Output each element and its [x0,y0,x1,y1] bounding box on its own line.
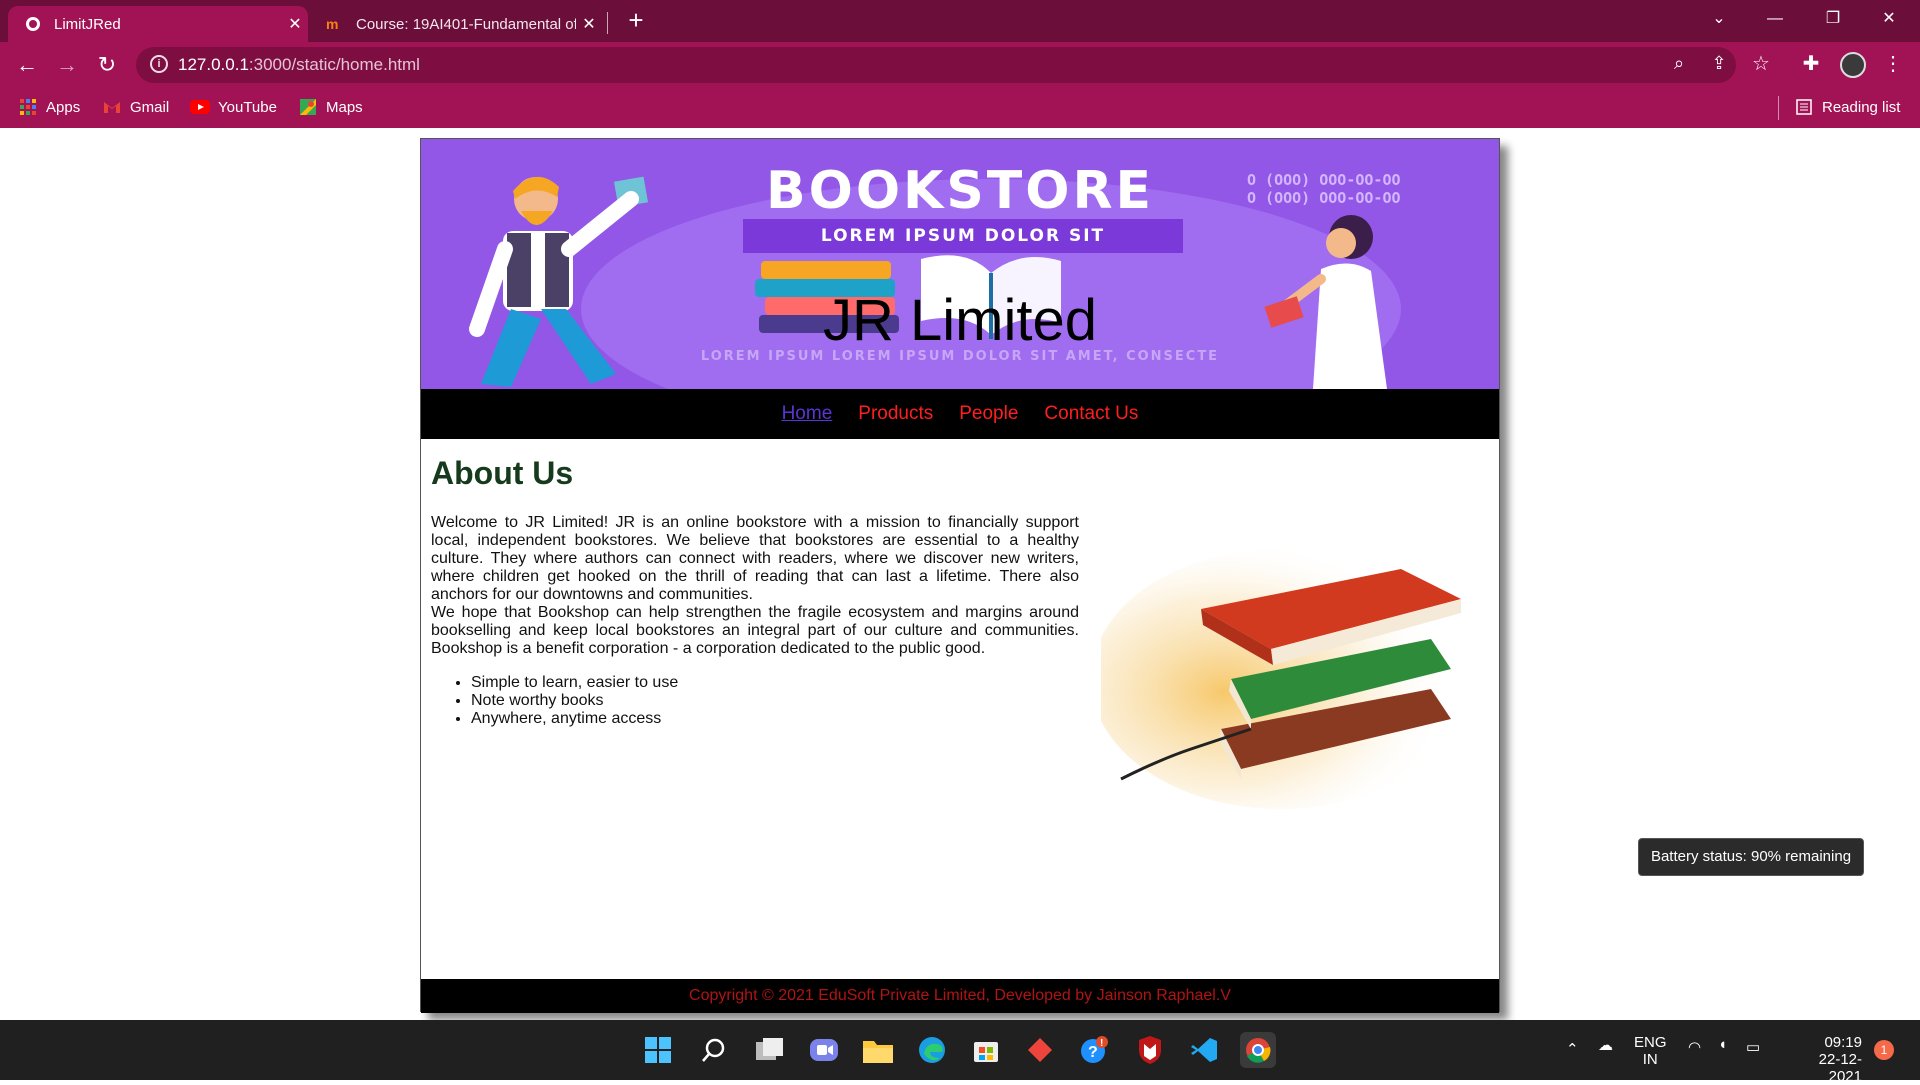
globe-icon [24,15,42,33]
bookstore-banner: BOOKSTORE LOREM IPSUM DOLOR SIT O (OOO) … [421,139,1499,389]
reload-icon[interactable]: ↻ [92,50,122,80]
site-footer: Copyright © 2021 EduSoft Private Limited… [421,979,1499,1013]
task-view-icon[interactable] [752,1032,788,1068]
forward-icon[interactable]: → [52,50,82,80]
bookmarks-bar: Apps Gmail YouTube Maps Reading list [0,88,1920,128]
nav-people-link[interactable]: People [959,403,1018,425]
bookmark-youtube[interactable]: YouTube [190,98,277,116]
apps-grid-icon [18,98,38,116]
minimize-button[interactable]: — [1752,0,1798,38]
wifi-icon[interactable]: ◠ [1688,1038,1701,1056]
teams-chat-icon[interactable] [806,1032,842,1068]
nav-home-link[interactable]: Home [782,403,833,425]
site-nav: Home Products People Contact Us [421,389,1499,439]
feature-item: Anywhere, anytime access [471,710,1079,728]
banner-tagline: LOREM IPSUM DOLOR SIT [743,219,1183,253]
microsoft-store-icon[interactable] [968,1032,1004,1068]
books-stack-image [1101,549,1471,809]
tab-divider [607,12,608,34]
feature-item: Simple to learn, easier to use [471,674,1079,692]
share-icon[interactable]: ⇪ [1706,53,1732,74]
tab-title: Course: 19AI401-Fundamental of [356,15,576,33]
reading-list-icon [1794,98,1814,116]
extensions-icon[interactable]: ✚ [1796,51,1826,76]
notification-badge[interactable]: 1 [1874,1040,1894,1060]
show-hidden-icons-icon[interactable]: ⌃ [1566,1040,1579,1058]
about-section: About Us Welcome to JR Limited! JR is an… [431,455,1079,728]
bookmark-gmail[interactable]: Gmail [102,98,169,116]
battery-tooltip: Battery status: 90% remaining [1638,838,1864,876]
nav-products-link[interactable]: Products [858,403,933,425]
bookmark-star-icon[interactable]: ☆ [1746,51,1776,76]
svg-text:m: m [326,17,338,31]
search-icon[interactable] [696,1032,732,1068]
tab-course[interactable]: m Course: 19AI401-Fundamental of ✕ [312,6,602,42]
profile-avatar[interactable] [1840,52,1866,78]
site-info-icon[interactable]: i [150,55,168,73]
svg-text:!: ! [1100,1038,1103,1049]
new-tab-button[interactable]: + [622,6,650,36]
clock[interactable]: 09:19 22-12-2021 [1786,1034,1862,1085]
close-tab-icon[interactable]: ✕ [282,14,308,34]
anydesk-icon[interactable] [1022,1032,1058,1068]
maps-icon [298,98,318,116]
browser-titlebar: LimitJRed ✕ m Course: 19AI401-Fundamenta… [0,0,1920,42]
start-windows-icon[interactable] [640,1032,676,1068]
about-paragraph: Welcome to JR Limited! JR is an online b… [431,514,1079,603]
tab-limitjred[interactable]: LimitJRed ✕ [8,6,308,42]
onedrive-icon[interactable]: ☁ [1598,1036,1613,1054]
reading-list-button[interactable]: Reading list [1794,98,1900,116]
feature-list: Simple to learn, easier to use Note wort… [471,674,1079,728]
address-bar[interactable]: i 127.0.0.1:3000/static/home.html ⌕ ⇪ [136,47,1736,83]
site-container: BOOKSTORE LOREM IPSUM DOLOR SIT O (OOO) … [420,138,1500,1013]
gmail-icon [102,98,122,116]
input-language[interactable]: ENG IN [1634,1034,1667,1068]
svg-text:?: ? [1088,1044,1098,1061]
banner-phone: O (OOO) OOO-OO-OO [1247,171,1401,189]
battery-icon[interactable]: ▭ [1746,1038,1760,1056]
moodle-icon: m [326,15,344,33]
bookmarks-divider [1778,96,1779,120]
browser-toolbar: ← → ↻ i 127.0.0.1:3000/static/home.html … [0,42,1920,88]
site-title: JR Limited [823,288,1097,353]
menu-icon[interactable]: ⋮ [1878,51,1908,76]
restore-button[interactable]: ❐ [1810,0,1856,38]
help-icon[interactable]: ?! [1076,1032,1112,1068]
back-icon[interactable]: ← [12,50,42,80]
close-window-button[interactable]: ✕ [1866,0,1912,38]
vscode-icon[interactable] [1186,1032,1222,1068]
tab-title: LimitJRed [54,15,121,33]
volume-icon[interactable]: ◖ [1718,1036,1727,1053]
url-text[interactable]: 127.0.0.1:3000/static/home.html [178,55,420,75]
tab-search-icon[interactable]: ⌄ [1696,0,1742,38]
about-paragraph: We hope that Bookshop can help strengthe… [431,604,1079,657]
taskbar: ?! ⌃ ☁ ENG IN ◠ ◖ ▭ 09:19 22-12-2021 1 [0,1020,1920,1085]
nav-contact-link[interactable]: Contact Us [1044,403,1138,425]
zoom-icon[interactable]: ⌕ [1666,53,1692,74]
about-heading: About Us [431,455,574,491]
banner-phone: O (OOO) OOO-OO-OO [1247,189,1401,207]
edge-browser-icon[interactable] [914,1032,950,1068]
bookmark-maps[interactable]: Maps [298,98,363,116]
file-explorer-icon[interactable] [860,1032,896,1068]
feature-item: Note worthy books [471,692,1079,710]
youtube-icon [190,98,210,116]
chrome-icon[interactable] [1240,1032,1276,1068]
bookmark-apps[interactable]: Apps [18,98,80,116]
page-viewport: BOOKSTORE LOREM IPSUM DOLOR SIT O (OOO) … [0,128,1920,1020]
close-tab-icon[interactable]: ✕ [576,14,602,34]
mcafee-icon[interactable] [1132,1032,1168,1068]
